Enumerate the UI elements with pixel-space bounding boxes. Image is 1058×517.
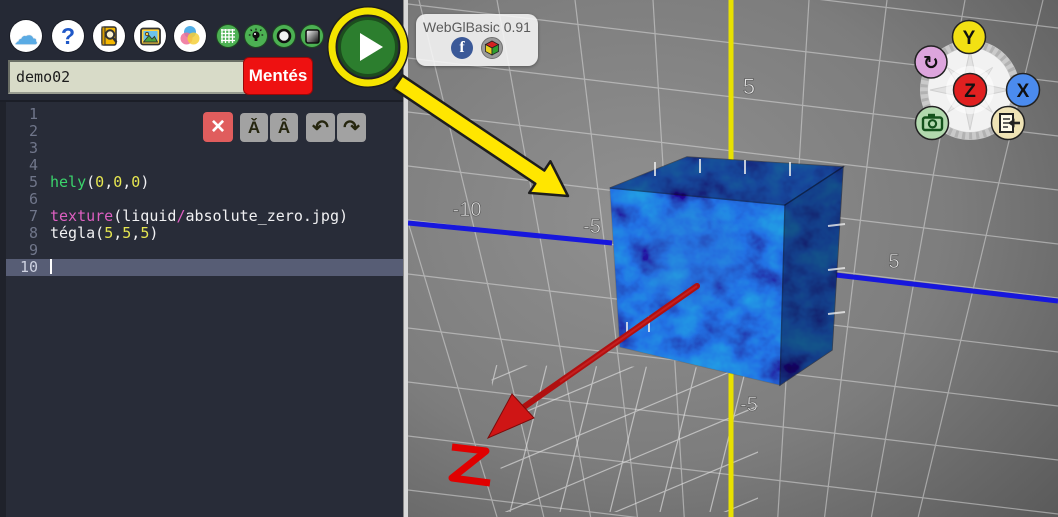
undo-button[interactable]: ↶ bbox=[306, 113, 335, 142]
code-line[interactable]: 6 bbox=[6, 191, 403, 208]
rotate-icon: ↻ bbox=[923, 52, 939, 74]
main-toolbar: ☁ ? bbox=[0, 0, 403, 102]
code-line[interactable]: 5hely(0,0,0) bbox=[6, 174, 403, 191]
line-content: hely(0,0,0) bbox=[50, 174, 149, 191]
code-line[interactable]: 4 bbox=[6, 157, 403, 174]
facebook-icon[interactable]: f bbox=[451, 37, 473, 59]
grid-toggle-button[interactable] bbox=[217, 25, 239, 47]
run-button[interactable] bbox=[338, 17, 398, 77]
version-info-panel: WebGlBasic 0.91 f bbox=[416, 14, 538, 66]
viewport-3d[interactable]: -10 -5 5 5 -5 bbox=[408, 0, 1058, 517]
nav-y-label: Y bbox=[963, 28, 976, 49]
app-window: ☁ ? bbox=[0, 0, 1058, 517]
code-panel: ☁ ? bbox=[0, 0, 403, 517]
redo-icon: ↷ bbox=[343, 115, 360, 140]
line-number: 10 bbox=[6, 259, 50, 276]
axis-label-y-neg5: -5 bbox=[740, 394, 758, 416]
line-content: texture(liquid/absolute_zero.jpg) bbox=[50, 208, 348, 225]
redo-button[interactable]: ↷ bbox=[337, 113, 366, 142]
code-line[interactable]: 7texture(liquid/absolute_zero.jpg) bbox=[6, 208, 403, 225]
nav-rotate-button[interactable]: ↻ bbox=[915, 46, 947, 78]
code-line[interactable]: 8tégla(5,5,5) bbox=[6, 225, 403, 242]
close-icon: × bbox=[211, 115, 225, 139]
code-line[interactable]: 10 bbox=[6, 259, 403, 276]
axis-label-y-pos5: 5 bbox=[743, 74, 755, 99]
code-editor[interactable]: 12345hely(0,0,0)67texture(liquid/absolut… bbox=[0, 102, 403, 517]
sphere-icon bbox=[276, 28, 292, 44]
line-content: tégla(5,5,5) bbox=[50, 225, 158, 242]
gradient-toggle-button[interactable] bbox=[301, 25, 323, 47]
line-number: 7 bbox=[6, 208, 50, 225]
gradient-square-icon bbox=[305, 29, 320, 44]
save-button[interactable]: Mentés bbox=[243, 57, 313, 95]
axis-label-x-pos5: 5 bbox=[888, 251, 899, 273]
axis-label-x-neg10: -10 bbox=[453, 199, 482, 221]
nav-x-label: X bbox=[1017, 81, 1030, 102]
font-increase-button[interactable]: Â bbox=[270, 113, 298, 142]
line-content bbox=[50, 259, 52, 276]
file-name-input[interactable] bbox=[8, 60, 248, 94]
line-number: 4 bbox=[6, 157, 50, 174]
close-editor-button[interactable]: × bbox=[203, 112, 233, 142]
text-cursor bbox=[50, 259, 52, 274]
color-palette-icon bbox=[178, 24, 202, 48]
question-mark-icon: ? bbox=[61, 23, 75, 50]
line-number: 1 bbox=[6, 106, 50, 123]
book-search-icon bbox=[98, 25, 120, 47]
line-number: 3 bbox=[6, 140, 50, 157]
line-number: 9 bbox=[6, 242, 50, 259]
nav-script-button[interactable] bbox=[992, 107, 1025, 140]
nav-rotate-y-button[interactable]: Y bbox=[953, 21, 986, 54]
cloud-icon: ☁ bbox=[14, 24, 38, 48]
app-version-label: WebGlBasic 0.91 bbox=[416, 19, 538, 35]
line-number: 2 bbox=[6, 123, 50, 140]
image-icon bbox=[139, 25, 162, 48]
axis-label-x-neg5: -5 bbox=[583, 216, 601, 238]
code-line[interactable]: 3 bbox=[6, 140, 403, 157]
nav-rotate-x-button[interactable]: X bbox=[1007, 74, 1040, 107]
light-toggle-button[interactable] bbox=[245, 25, 267, 47]
font-decrease-icon: Ǎ bbox=[248, 118, 260, 138]
sphere-toggle-button[interactable] bbox=[273, 25, 295, 47]
line-number: 8 bbox=[6, 225, 50, 242]
line-number: 6 bbox=[6, 191, 50, 208]
code-line[interactable]: 9 bbox=[6, 242, 403, 259]
library-search-button[interactable] bbox=[93, 20, 125, 52]
font-increase-icon: Â bbox=[278, 118, 290, 138]
play-icon bbox=[360, 33, 383, 61]
undo-icon: ↶ bbox=[312, 115, 329, 140]
font-decrease-button[interactable]: Ǎ bbox=[240, 113, 268, 142]
help-button[interactable]: ? bbox=[52, 20, 84, 52]
light-bulb-icon bbox=[248, 28, 264, 44]
palette-button[interactable] bbox=[174, 20, 206, 52]
cloud-button[interactable]: ☁ bbox=[10, 20, 42, 52]
nav-screenshot-button[interactable] bbox=[916, 107, 949, 140]
cube-logo-icon[interactable] bbox=[481, 37, 503, 59]
scene-canvas: -10 -5 5 5 -5 bbox=[408, 0, 1058, 517]
nav-rotate-z-button[interactable]: Z bbox=[954, 74, 987, 107]
line-number: 5 bbox=[6, 174, 50, 191]
nav-z-label: Z bbox=[964, 81, 976, 102]
grid-icon bbox=[221, 29, 235, 43]
image-button[interactable] bbox=[134, 20, 166, 52]
